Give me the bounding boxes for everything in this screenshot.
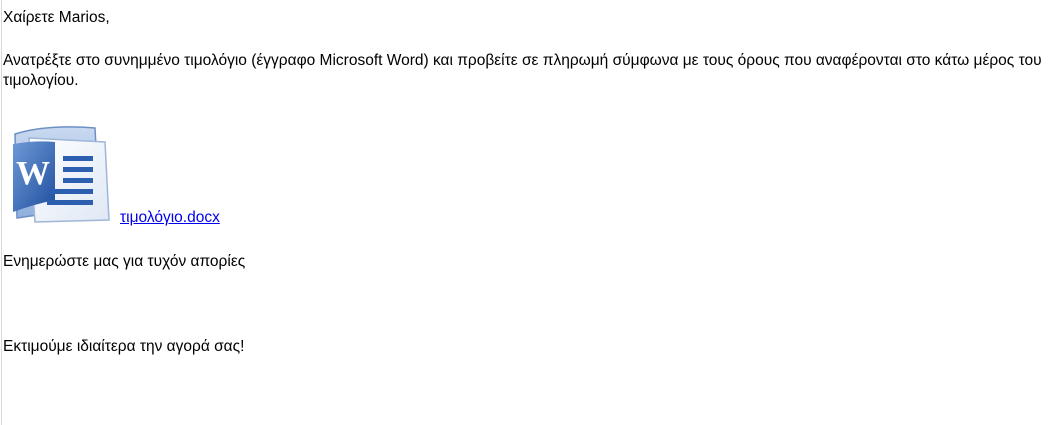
word-document-icon[interactable]: W bbox=[7, 122, 117, 226]
instructions-text: Ανατρέξτε στο συνημμένο τιμολόγιο (έγγρα… bbox=[3, 52, 1042, 89]
svg-text:W: W bbox=[16, 155, 50, 192]
left-border bbox=[1, 0, 2, 425]
thanks-text: Εκτιμούμε ιδιαίτερα την αγορά σας! bbox=[3, 338, 245, 355]
greeting-text: Χαίρετε Marios, bbox=[3, 9, 110, 26]
attachment: W τιμολόγιο.docx bbox=[3, 118, 303, 230]
questions-text: Ενημερώστε μας για τυχόν απορίες bbox=[3, 253, 246, 270]
attachment-link[interactable]: τιμολόγιο.docx bbox=[120, 208, 220, 228]
